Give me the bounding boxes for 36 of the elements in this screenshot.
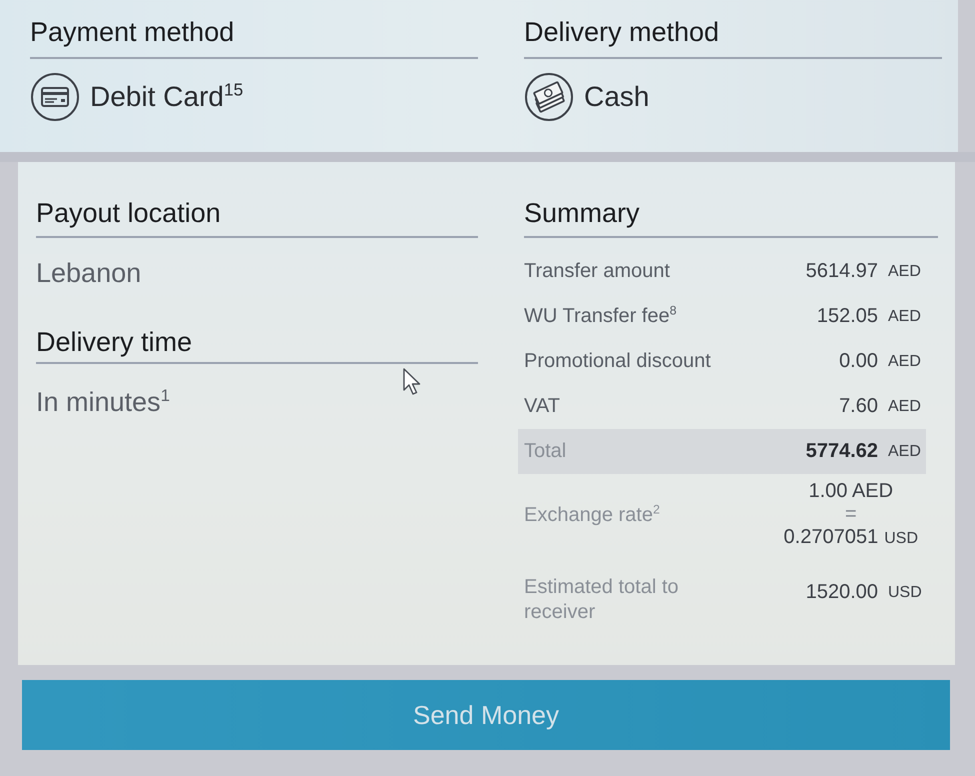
summary-amount: 5614.97 <box>806 259 878 284</box>
summary-label: WU Transfer fee$^{8}$ <box>524 304 677 329</box>
summary-amount: 1520.00 <box>806 580 878 605</box>
summary-amount: 0.00 <box>839 349 878 374</box>
section-heading: Summary <box>524 195 938 238</box>
currency-code: AED <box>888 397 922 417</box>
rate-base-amount: 1.00 AED <box>808 480 894 503</box>
summary-label: Transfer amount <box>524 259 670 284</box>
delivery-time-value: In minutes$^{1}$ <box>36 385 170 419</box>
send-money-button[interactable]: Send Money <box>22 680 950 750</box>
currency-code: AED <box>888 442 922 462</box>
currency-code: AED <box>888 262 922 282</box>
rate-amount: 0.2707051 <box>784 526 878 549</box>
section-heading: Payment method <box>30 14 478 59</box>
summary-label: Exchange rate$^{2}$ <box>524 503 660 528</box>
credit-card-icon <box>30 72 80 122</box>
equals-sign: = <box>844 503 857 526</box>
section-heading: Payout location <box>36 195 478 238</box>
section-heading: Delivery method <box>524 14 942 59</box>
currency-code: USD <box>884 529 918 549</box>
payment-method-value: Debit Card$^{15}$ <box>90 81 244 113</box>
summary-label: VAT <box>524 394 560 419</box>
summary-amount: 152.05 <box>816 304 878 329</box>
currency-code: AED <box>888 307 922 327</box>
summary-label: Promotional discount <box>524 349 711 374</box>
summary-amount: 7.60 <box>839 394 878 419</box>
summary-label: Estimated total to receiver <box>524 575 680 625</box>
currency-code: AED <box>888 352 922 372</box>
banknotes-icon <box>524 72 574 122</box>
section-heading: Delivery time <box>36 324 478 364</box>
delivery-method-value: Cash <box>584 81 650 113</box>
payout-location-value: Lebanon <box>36 257 142 290</box>
summary-label: Total <box>524 439 566 464</box>
currency-code: USD <box>888 583 923 603</box>
summary-amount: 5774.62 <box>806 439 878 464</box>
pointer-cursor-icon <box>403 368 423 396</box>
